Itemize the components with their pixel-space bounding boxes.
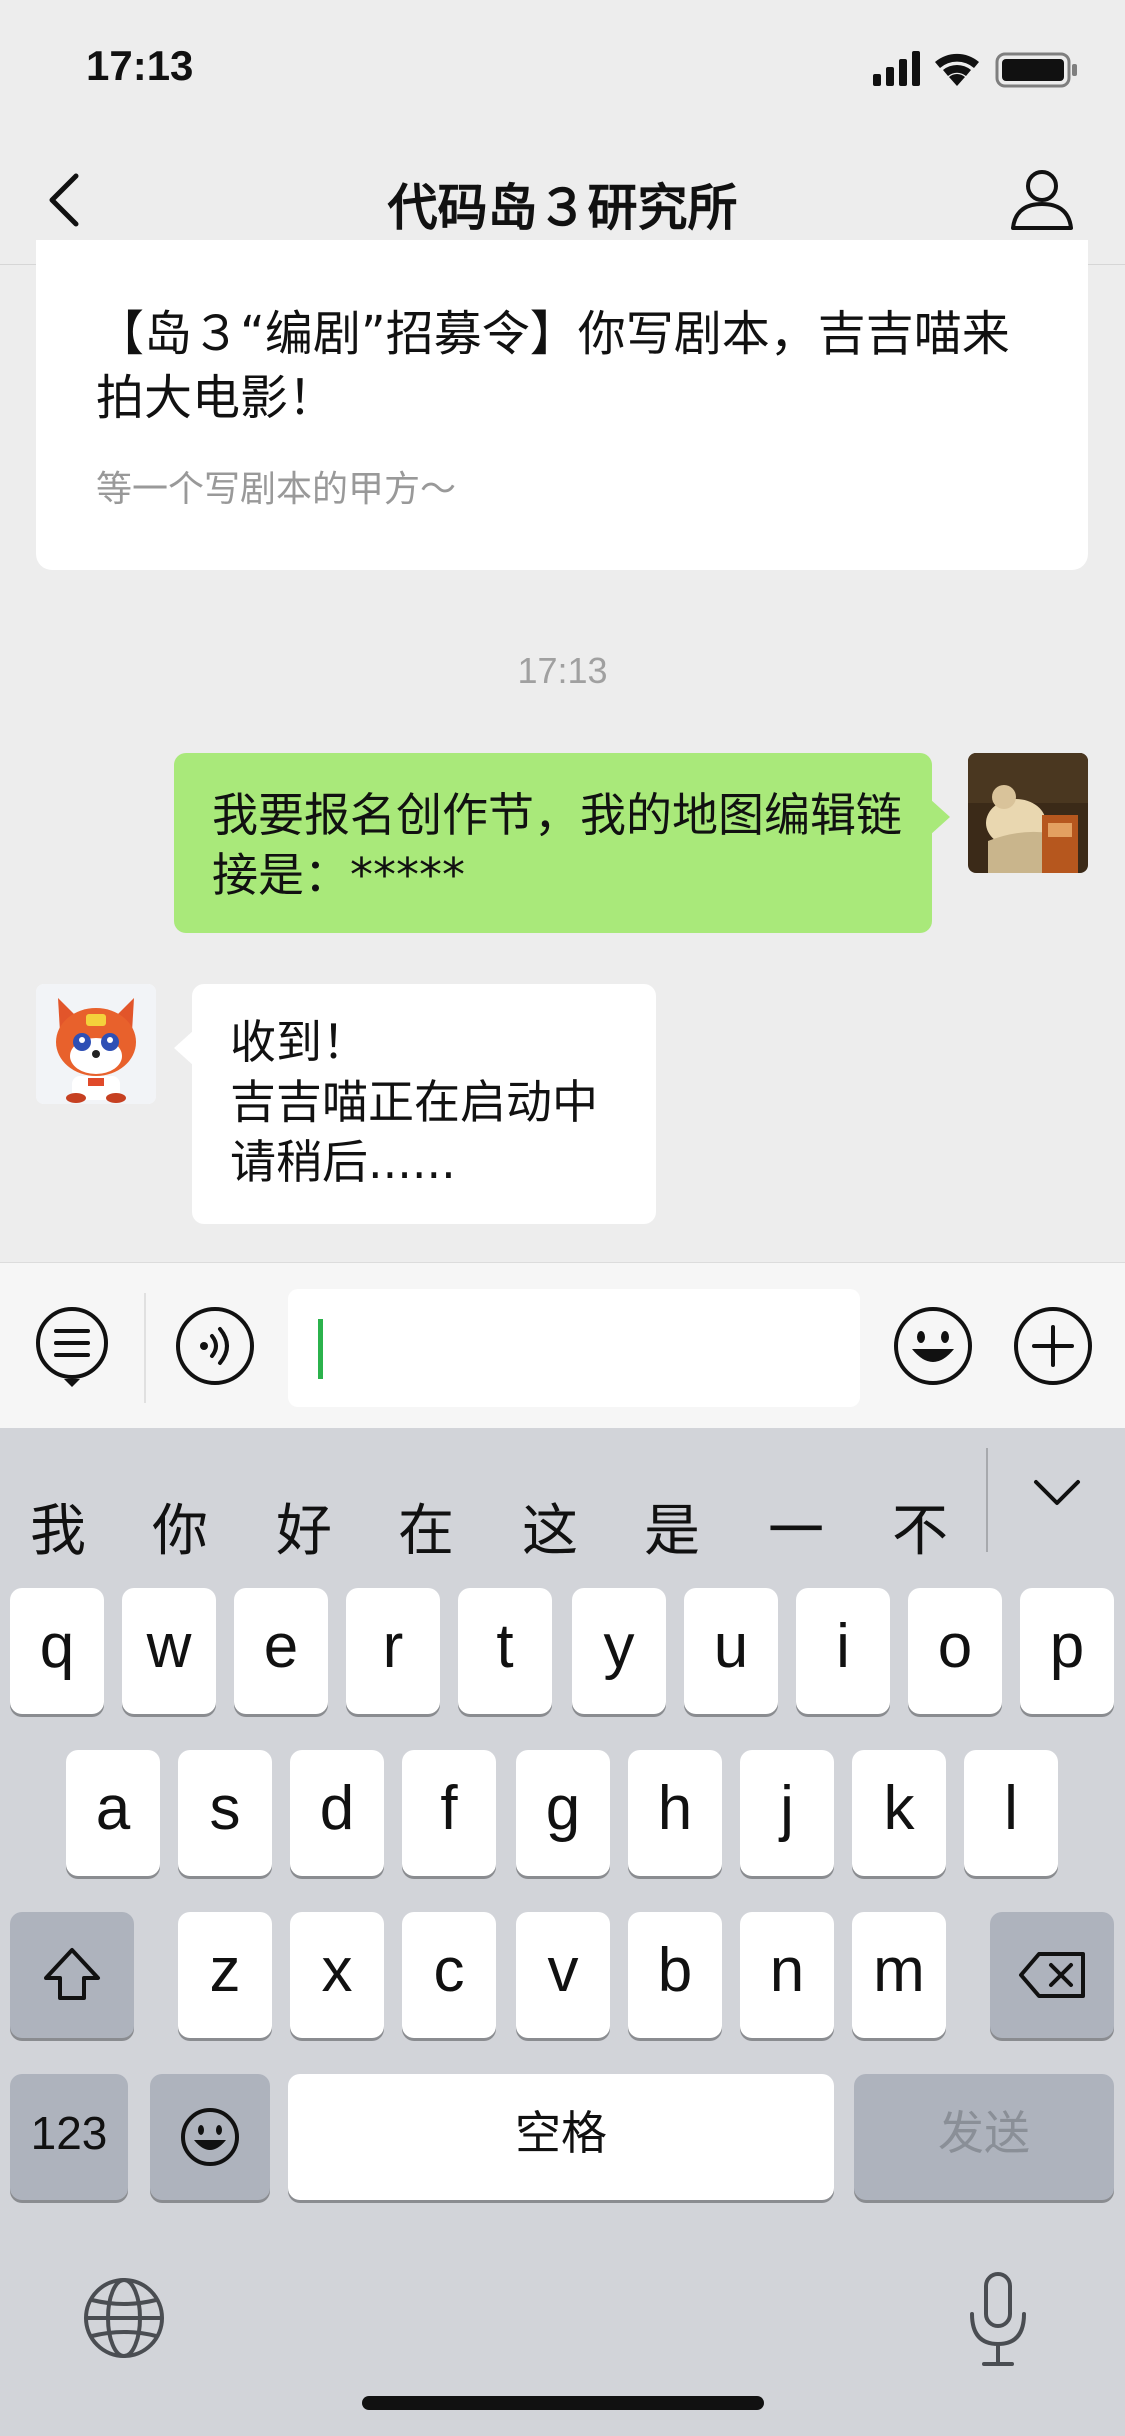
fox-mascot-avatar-image [36, 984, 156, 1104]
chat-title: 代码岛３研究所 [387, 179, 738, 237]
incoming-message-bubble[interactable]: 收到！ 吉吉喵正在启动中 请稍后...... [174, 984, 656, 1224]
wifi-icon [935, 53, 979, 86]
key-g[interactable]: g [516, 1750, 610, 1876]
emoji-key[interactable] [150, 2074, 270, 2200]
input-divider [144, 1293, 146, 1403]
candidate-divider [986, 1448, 988, 1552]
battery-icon [995, 52, 1077, 88]
article-title: 【岛３“编剧”招募令】你写剧本，吉吉喵来拍大电影！ [96, 306, 1010, 426]
key-v[interactable]: v [516, 1912, 610, 2038]
painting-avatar-image [968, 753, 1088, 873]
candidate-word[interactable]: 在 [398, 1486, 454, 1567]
key-e[interactable]: e [234, 1588, 328, 1714]
key-i[interactable]: i [796, 1588, 890, 1714]
emoji-icon [181, 2108, 239, 2166]
user-avatar[interactable] [968, 753, 1088, 873]
candidate-word[interactable]: 不 [892, 1486, 948, 1567]
plus-more-icon[interactable] [1012, 1305, 1094, 1387]
key-a[interactable]: a [66, 1750, 160, 1876]
key-p[interactable]: p [1020, 1588, 1114, 1714]
keyboard: 我 你 好 在 这 是 一 不 q w e r t y u i o p a s … [0, 1428, 1125, 2436]
emoji-icon[interactable] [892, 1305, 974, 1387]
microphone-icon[interactable] [966, 2270, 1030, 2370]
key-r[interactable]: r [346, 1588, 440, 1714]
text-caret [318, 1319, 323, 1379]
key-y[interactable]: y [572, 1588, 666, 1714]
status-icons [873, 51, 1077, 88]
key-o[interactable]: o [908, 1588, 1002, 1714]
voice-input-icon[interactable] [174, 1305, 256, 1387]
home-indicator[interactable] [362, 2396, 764, 2410]
key-m[interactable]: m [852, 1912, 946, 2038]
key-f[interactable]: f [402, 1750, 496, 1876]
backspace-icon [1019, 1952, 1085, 1998]
key-n[interactable]: n [740, 1912, 834, 2038]
key-l[interactable]: l [964, 1750, 1058, 1876]
chevron-down-icon[interactable] [1032, 1478, 1082, 1508]
message-text-input[interactable] [288, 1289, 860, 1407]
key-z[interactable]: z [178, 1912, 272, 2038]
candidate-word[interactable]: 是 [644, 1486, 700, 1567]
key-t[interactable]: t [458, 1588, 552, 1714]
outgoing-message-text: 我要报名创作节，我的地图编辑链接是：***** [212, 788, 902, 902]
key-j[interactable]: j [740, 1750, 834, 1876]
candidate-word[interactable]: 这 [522, 1486, 578, 1567]
status-time: 17:13 [86, 42, 194, 89]
top-bar: 17:13 代码岛３研究所 [0, 0, 1125, 265]
key-u[interactable]: u [684, 1588, 778, 1714]
candidate-word[interactable]: 好 [276, 1486, 332, 1567]
candidate-word[interactable]: 一 [768, 1486, 824, 1567]
incoming-message-line: 吉吉喵正在启动中 [230, 1075, 598, 1129]
bot-avatar[interactable] [36, 984, 156, 1104]
key-w[interactable]: w [122, 1588, 216, 1714]
key-c[interactable]: c [402, 1912, 496, 2038]
backspace-key[interactable] [990, 1912, 1114, 2038]
incoming-message-line: 收到！ [230, 1015, 368, 1069]
menu-list-icon[interactable] [34, 1305, 110, 1389]
numbers-key[interactable]: 123 [10, 2074, 128, 2200]
candidate-word[interactable]: 我 [30, 1486, 86, 1567]
incoming-message-line: 请稍后...... [230, 1135, 456, 1189]
message-timestamp: 17:13 [517, 650, 608, 691]
key-d[interactable]: d [290, 1750, 384, 1876]
key-b[interactable]: b [628, 1912, 722, 2038]
key-h[interactable]: h [628, 1750, 722, 1876]
article-card[interactable]: 【岛３“编剧”招募令】你写剧本，吉吉喵来拍大电影！ 等一个写剧本的甲方～ [36, 240, 1088, 570]
key-k[interactable]: k [852, 1750, 946, 1876]
message-input-bar [0, 1262, 1125, 1429]
candidate-word[interactable]: 你 [152, 1486, 208, 1567]
globe-icon[interactable] [82, 2276, 166, 2360]
shift-key[interactable] [10, 1912, 134, 2038]
send-key[interactable]: 发送 [854, 2074, 1114, 2200]
outgoing-message-bubble[interactable]: 我要报名创作节，我的地图编辑链接是：***** [174, 753, 950, 933]
space-key[interactable]: 空格 [288, 2074, 834, 2200]
profile-icon[interactable] [1009, 166, 1075, 232]
article-subtitle: 等一个写剧本的甲方～ [96, 469, 457, 510]
cellular-signal-icon [873, 51, 920, 86]
shift-arrow-icon [44, 1948, 100, 2000]
key-x[interactable]: x [290, 1912, 384, 2038]
key-q[interactable]: q [10, 1588, 104, 1714]
key-s[interactable]: s [178, 1750, 272, 1876]
